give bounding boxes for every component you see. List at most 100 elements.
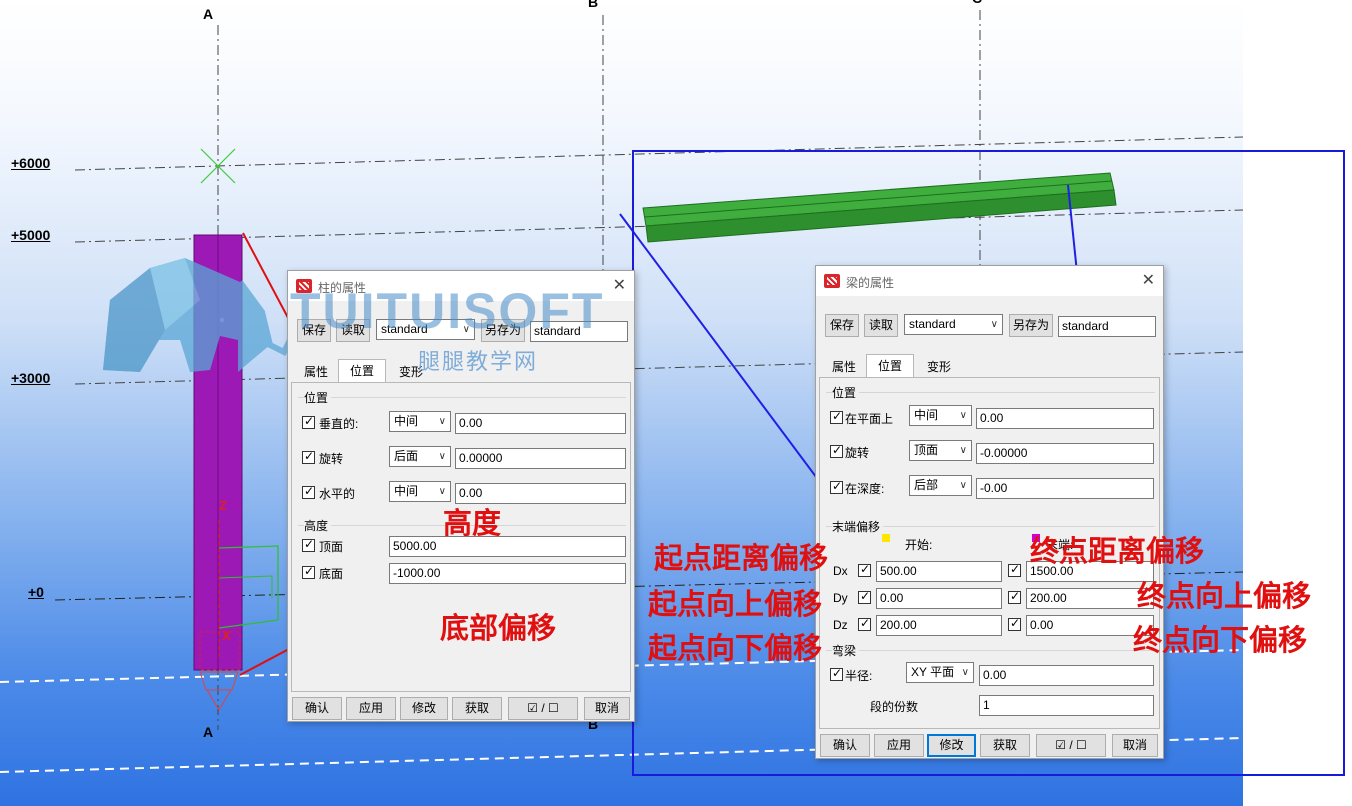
cancel-button[interactable]: 取消	[1112, 734, 1158, 757]
read-button[interactable]: 读取	[864, 314, 898, 337]
top-checkbox[interactable]	[302, 537, 315, 552]
in-plane-select[interactable]: 中间 ∨	[909, 405, 972, 426]
rotation-select[interactable]: 顶面 ∨	[909, 440, 972, 461]
start-label: 开始:	[905, 538, 933, 552]
get-button[interactable]: 获取	[980, 734, 1030, 757]
dz-label: Dz	[833, 618, 848, 632]
app-icon	[824, 274, 840, 288]
annotation-end-distance: 终点距离偏移	[1030, 534, 1205, 568]
end-dy-input[interactable]: 200.00	[1026, 588, 1154, 609]
rotation-value-input[interactable]: -0.00000	[976, 443, 1154, 464]
vertical-select[interactable]: 中间 ∨	[389, 411, 451, 432]
level-label-6000: +6000	[11, 155, 51, 171]
level-line-6000	[74, 136, 1244, 171]
preset-select[interactable]: standard ∨	[904, 314, 1003, 335]
level-label-5000: +5000	[11, 227, 51, 243]
apply-button[interactable]: 应用	[346, 697, 396, 720]
start-dy-checkbox[interactable]	[858, 589, 871, 604]
annotation-end-down: 终点向下偏移	[1133, 623, 1308, 657]
bottom-value-input[interactable]: -1000.00	[389, 563, 626, 584]
chevron-down-icon: ∨	[959, 445, 967, 456]
rotation-select[interactable]: 后面 ∨	[389, 446, 451, 467]
modify-button[interactable]: 修改	[927, 734, 976, 757]
height-group-title: 高度	[304, 517, 332, 534]
dx-label: Dx	[833, 564, 848, 578]
rotation-label: 旋转	[319, 452, 344, 466]
radius-value-input[interactable]: 0.00	[979, 665, 1154, 686]
tab-position[interactable]: 位置	[338, 359, 386, 383]
depth-value-input[interactable]: -0.00	[976, 478, 1154, 499]
end-dy-checkbox[interactable]	[1008, 589, 1021, 604]
grid-label-a-bottom: A	[203, 724, 214, 740]
start-dx-input[interactable]: 500.00	[876, 561, 1002, 582]
ok-button[interactable]: 确认	[820, 734, 870, 757]
depth-select[interactable]: 后部 ∨	[909, 475, 972, 496]
start-dz-input[interactable]: 200.00	[876, 615, 1002, 636]
annotation-start-up: 起点向上偏移	[648, 587, 823, 621]
plane-select[interactable]: XY 平面 ∨	[906, 662, 974, 683]
end-dz-checkbox[interactable]	[1008, 616, 1021, 631]
chevron-down-icon: ∨	[959, 480, 967, 491]
start-dy-input[interactable]: 0.00	[876, 588, 1002, 609]
annotation-end-up: 终点向上偏移	[1137, 579, 1312, 613]
horizontal-select[interactable]: 中间 ∨	[389, 481, 451, 502]
chevron-down-icon: ∨	[961, 667, 969, 678]
tab-attributes[interactable]: 属性	[825, 356, 863, 378]
annotation-start-distance: 起点距离偏移	[654, 541, 829, 575]
level-label-0: +0	[28, 584, 44, 600]
ok-button[interactable]: 确认	[292, 697, 342, 720]
chevron-down-icon: ∨	[959, 410, 967, 421]
modify-button[interactable]: 修改	[400, 697, 448, 720]
apply-button[interactable]: 应用	[874, 734, 924, 757]
rotation-value-input[interactable]: 0.00000	[455, 448, 626, 469]
start-dz-checkbox[interactable]	[858, 616, 871, 631]
segments-value-input[interactable]: 1	[979, 695, 1154, 716]
tab-deform[interactable]: 变形	[918, 356, 960, 378]
annotation-start-down: 起点向下偏移	[648, 631, 823, 665]
chevron-down-icon: ∨	[438, 451, 446, 462]
select-toggle-button[interactable]: ☑ / ☐	[1036, 734, 1106, 757]
end-offset-group-title: 末端偏移	[832, 518, 884, 535]
radius-checkbox[interactable]	[830, 666, 843, 681]
vertical-label: 垂直的:	[319, 417, 359, 431]
in-plane-checkbox[interactable]	[830, 409, 843, 424]
tab-position[interactable]: 位置	[866, 354, 914, 378]
horizontal-label: 水平的	[319, 487, 356, 501]
vertical-value-input[interactable]: 0.00	[455, 413, 626, 434]
annotation-bottom-offset: 底部偏移	[440, 611, 557, 645]
top-value-input[interactable]: 5000.00	[389, 536, 626, 557]
depth-checkbox[interactable]	[830, 479, 843, 494]
chevron-down-icon: ∨	[990, 319, 998, 330]
vertical-checkbox[interactable]	[302, 414, 315, 429]
segments-label: 段的份数	[870, 700, 919, 714]
horizontal-checkbox[interactable]	[302, 484, 315, 499]
end-dx-checkbox[interactable]	[1008, 562, 1021, 577]
bottom-checkbox[interactable]	[302, 564, 315, 579]
chevron-down-icon: ∨	[438, 416, 446, 427]
close-icon[interactable]: ✕	[1142, 270, 1155, 290]
watermark-subtitle: 腿腿教学网	[418, 349, 539, 374]
rotation-checkbox[interactable]	[830, 443, 843, 458]
position-group-title: 位置	[304, 389, 332, 406]
beam-dialog-title: 梁的属性	[846, 276, 895, 290]
save-button[interactable]: 保存	[825, 314, 859, 337]
save-as-name-input[interactable]: standard	[1058, 316, 1156, 337]
close-icon[interactable]: ✕	[613, 275, 626, 295]
beam-properties-dialog: 梁的属性 ✕ 保存 读取 standard ∨ 另存为 standard 属性 位…	[815, 265, 1164, 759]
start-dx-checkbox[interactable]	[858, 562, 871, 577]
chevron-down-icon: ∨	[438, 486, 446, 497]
cancel-button[interactable]: 取消	[584, 697, 630, 720]
tab-attributes[interactable]: 属性	[297, 361, 335, 383]
in-plane-value-input[interactable]: 0.00	[976, 408, 1154, 429]
get-button[interactable]: 获取	[452, 697, 502, 720]
select-toggle-button[interactable]: ☑ / ☐	[508, 697, 578, 720]
rotation-checkbox[interactable]	[302, 449, 315, 464]
grid-label-a-top: A	[203, 6, 214, 22]
watermark-brand: TUITUISOFT	[290, 283, 605, 339]
axis-z-label: Z	[219, 498, 227, 513]
grid-label-c-top: C	[972, 0, 982, 6]
beam-dialog-titlebar[interactable]: 梁的属性 ✕	[816, 266, 1163, 296]
in-plane-label: 在平面上	[845, 412, 894, 426]
save-as-button[interactable]: 另存为	[1009, 314, 1053, 337]
annotation-height: 高度	[443, 506, 502, 540]
